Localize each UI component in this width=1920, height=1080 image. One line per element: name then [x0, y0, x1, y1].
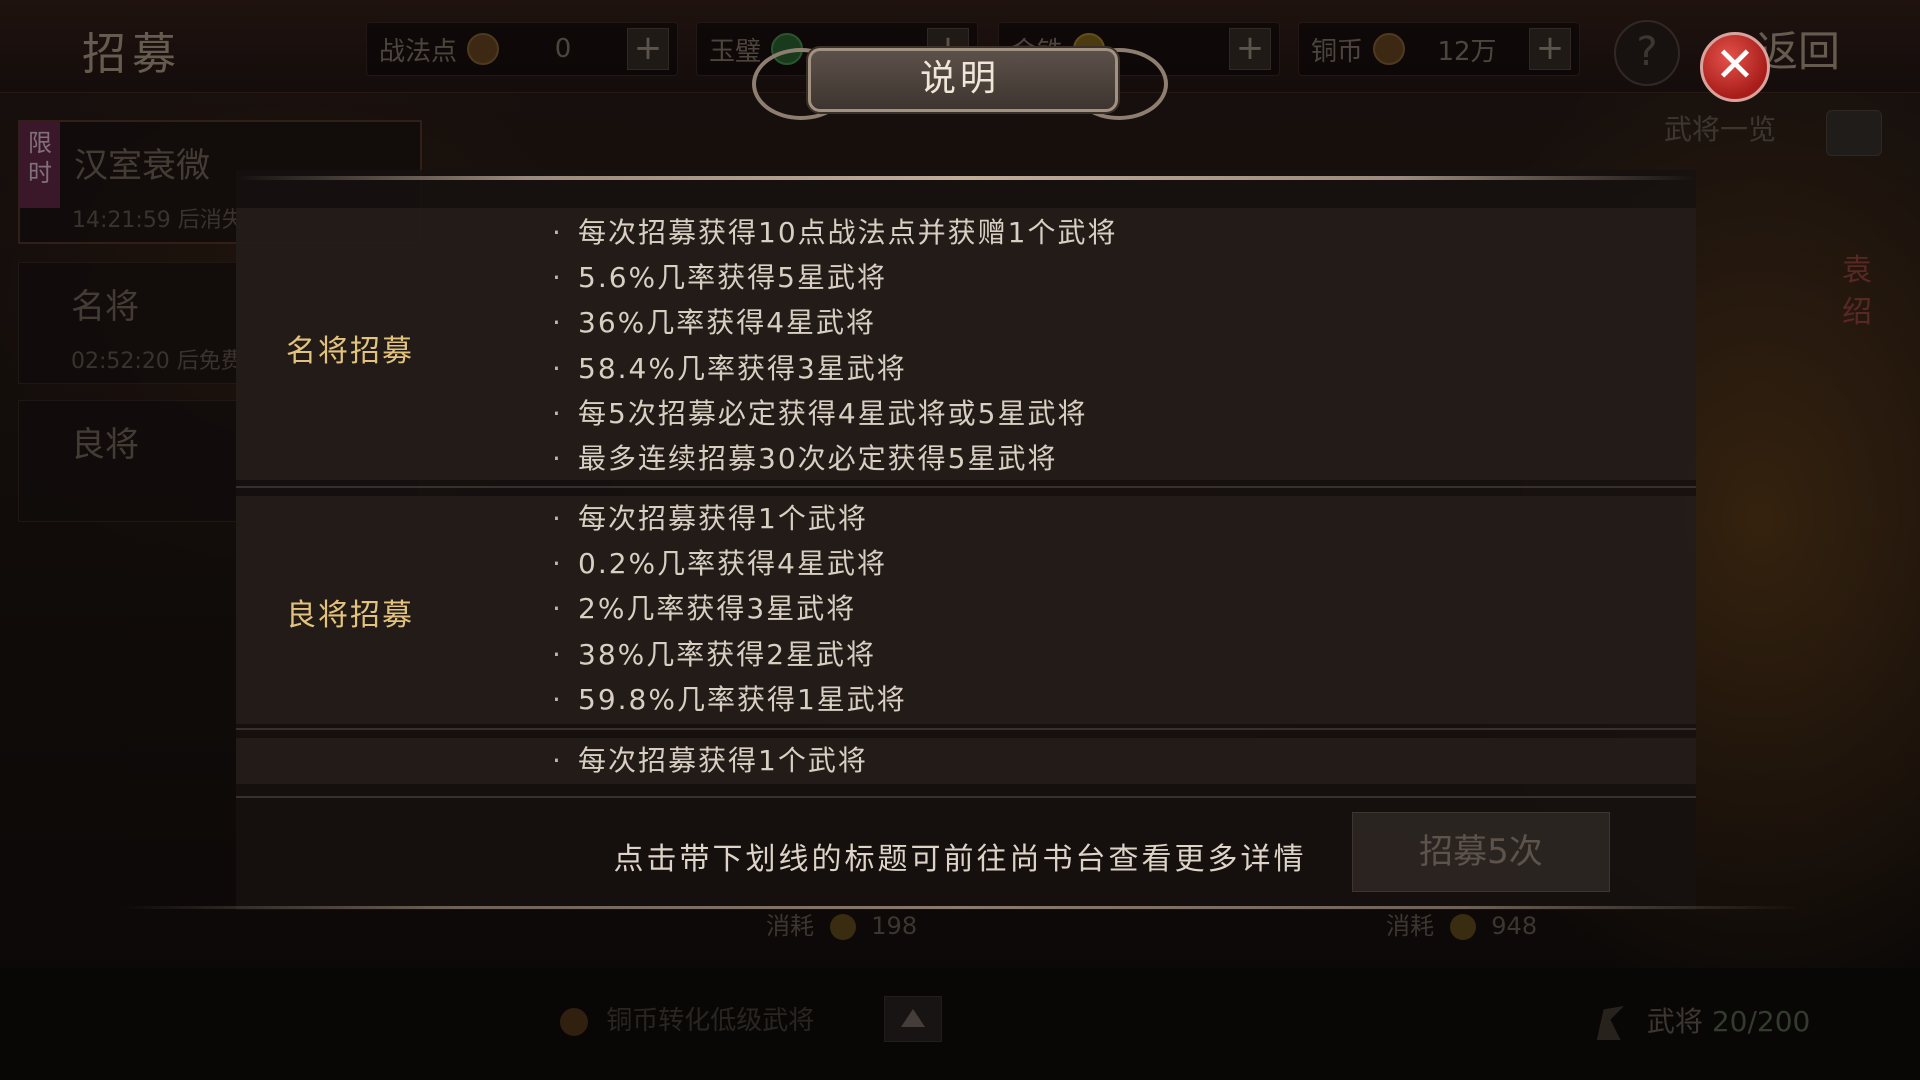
- section-famous-recruit: 名将招募 每次招募获得10点战法点并获赠1个武将 5.6%几率获得5星武将 36…: [236, 208, 1696, 480]
- rule-item: 每次招募获得1个武将: [552, 738, 868, 783]
- section-title[interactable]: 良将招募: [286, 590, 414, 634]
- rule-item: 每次招募获得1个武将: [552, 496, 907, 541]
- modal-footer-note: 点击带下划线的标题可前往尚书台查看更多详情: [613, 842, 1307, 877]
- section-good-recruit: 良将招募 每次招募获得1个武将 0.2%几率获得4星武将 2%几率获得3星武将 …: [236, 496, 1696, 724]
- rule-item: 0.2%几率获得4星武将: [552, 541, 907, 586]
- section-divider: [236, 486, 1696, 488]
- rule-item: 5.6%几率获得5星武将: [552, 255, 1117, 300]
- rule-item: 2%几率获得3星武将: [552, 586, 907, 631]
- modal-title: 说明: [919, 58, 1000, 99]
- rule-item: 每5次招募必定获得4星武将或5星武将: [552, 391, 1117, 436]
- modal-header: 说明: [752, 42, 1168, 120]
- close-icon[interactable]: ✕: [1700, 32, 1770, 102]
- rule-list: 每次招募获得1个武将: [552, 738, 868, 783]
- modal-top-border: [236, 176, 1696, 180]
- section-title[interactable]: 名将招募: [286, 326, 414, 370]
- rule-item: 38%几率获得2星武将: [552, 632, 907, 677]
- rule-item: 每次招募获得10点战法点并获赠1个武将: [552, 210, 1117, 255]
- rule-item: 36%几率获得4星武将: [552, 300, 1117, 345]
- section-divider: [236, 796, 1696, 798]
- rule-list: 每次招募获得1个武将 0.2%几率获得4星武将 2%几率获得3星武将 38%几率…: [552, 496, 907, 722]
- rule-list: 每次招募获得10点战法点并获赠1个武将 5.6%几率获得5星武将 36%几率获得…: [552, 210, 1117, 481]
- rule-item: 最多连续招募30次必定获得5星武将: [552, 436, 1117, 481]
- section-divider: [236, 728, 1696, 730]
- section-third-recruit: 每次招募获得1个武将: [236, 738, 1696, 784]
- rule-item: 59.8%几率获得1星武将: [552, 677, 907, 722]
- rule-item: 58.4%几率获得3星武将: [552, 346, 1117, 391]
- modal-bottom-border: [120, 906, 1800, 909]
